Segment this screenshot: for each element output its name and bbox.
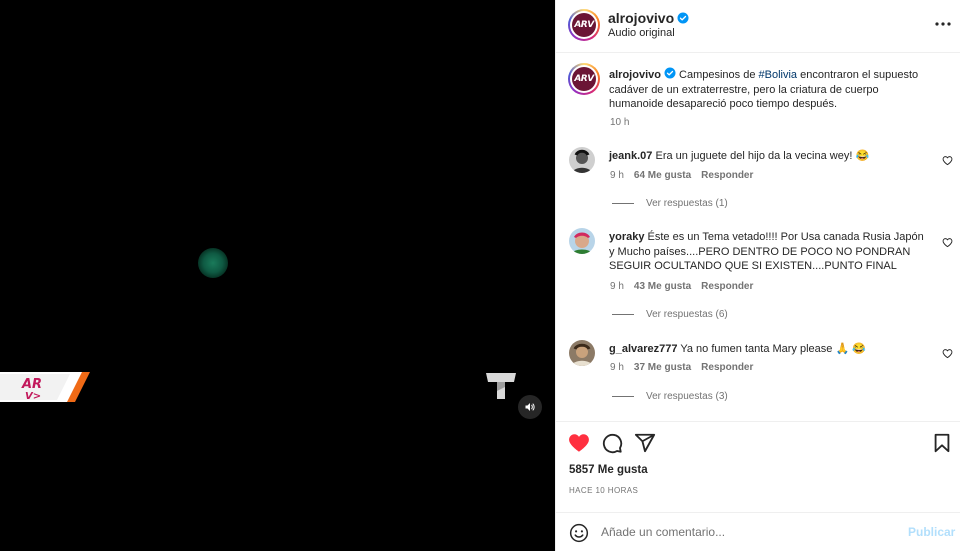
replies-divider	[612, 396, 634, 397]
comment-input[interactable]	[601, 521, 891, 543]
comments-section[interactable]: ARV alrojovivo Campesinos de #Bolivia en…	[556, 53, 960, 421]
comment-meta: 9 h 64 Me gusta Responder	[610, 170, 763, 181]
like-comment-icon[interactable]	[942, 155, 953, 166]
avatar-text: ARV	[574, 20, 594, 30]
replies-divider	[612, 203, 634, 204]
avatar-text: ARV	[574, 74, 594, 84]
publish-button[interactable]: Publicar	[908, 525, 955, 539]
comment-username[interactable]: jeank.07	[609, 150, 652, 162]
bookmark-icon[interactable]	[931, 432, 953, 454]
comment-time: 9 h	[610, 362, 624, 373]
comment-likes[interactable]: 43 Me gusta	[634, 281, 691, 292]
caption-username[interactable]: alrojovivo	[609, 69, 661, 81]
verified-badge-icon	[664, 67, 676, 79]
view-replies-button[interactable]: Ver respuestas (3)	[612, 391, 728, 402]
comment-likes[interactable]: 64 Me gusta	[634, 170, 691, 181]
svg-text:AR: AR	[21, 377, 42, 392]
view-replies-label: Ver respuestas (6)	[646, 309, 728, 320]
speaker-icon	[525, 403, 535, 411]
avatar[interactable]: ARV	[568, 9, 600, 41]
reply-button[interactable]: Responder	[701, 170, 753, 181]
liked-heart-icon[interactable]	[568, 432, 590, 454]
caption-time: 10 h	[610, 117, 630, 128]
caption-text-before: Campesinos de	[675, 69, 759, 81]
comment-body: Éste es un Tema vetado!!!! Por Usa canad…	[609, 231, 924, 272]
add-comment-bar: Publicar	[556, 512, 960, 551]
comment-icon[interactable]	[601, 432, 623, 454]
action-bar	[556, 421, 960, 461]
reply-button[interactable]: Responder	[701, 362, 753, 373]
view-replies-button[interactable]: Ver respuestas (1)	[612, 198, 728, 209]
like-comment-icon[interactable]	[942, 237, 953, 248]
telemundo-t-logo	[486, 373, 516, 399]
comment-text: yoraky Éste es un Tema vetado!!!! Por Us…	[609, 230, 931, 274]
caption: alrojovivo Campesinos de #Bolivia encont…	[609, 67, 931, 112]
caption-avatar[interactable]: ARV	[568, 63, 600, 95]
comment-username[interactable]: yoraky	[609, 231, 644, 243]
comment-username[interactable]: g_alvarez777	[609, 343, 678, 355]
comment-text: jeank.07 Era un juguete del hijo da la v…	[609, 149, 931, 164]
svg-text:V>: V>	[25, 391, 41, 402]
share-icon[interactable]	[634, 432, 656, 454]
view-replies-button[interactable]: Ver respuestas (6)	[612, 309, 728, 320]
comment-avatar[interactable]	[569, 340, 595, 366]
replies-divider	[612, 314, 634, 315]
comment-text: g_alvarez777 Ya no fumen tanta Mary plea…	[609, 342, 931, 357]
reply-button[interactable]: Responder	[701, 281, 753, 292]
comment-time: 9 h	[610, 170, 624, 181]
glowing-orb	[198, 248, 228, 278]
comment-body: Ya no fumen tanta Mary please 🙏 😂	[677, 343, 866, 355]
view-replies-label: Ver respuestas (1)	[646, 198, 728, 209]
post-header: ARV alrojovivo Audio original	[556, 0, 960, 53]
likes-count[interactable]: 5857 Me gusta	[569, 464, 648, 476]
header-username-row[interactable]: alrojovivo	[608, 10, 689, 26]
verified-badge-icon	[677, 12, 689, 24]
video-player[interactable]: AR V>	[0, 0, 555, 551]
comment-likes[interactable]: 37 Me gusta	[634, 362, 691, 373]
more-options-icon[interactable]	[933, 14, 953, 34]
comment-avatar[interactable]	[569, 228, 595, 254]
arv-channel-logo: AR V>	[0, 372, 90, 402]
comment-body: Era un juguete del hijo da la vecina wey…	[652, 150, 870, 162]
mute-button[interactable]	[518, 395, 542, 419]
post-time: HACE 10 HORAS	[569, 486, 639, 495]
emoji-icon[interactable]	[569, 523, 589, 543]
comment-meta: 9 h 43 Me gusta Responder	[610, 281, 763, 292]
hashtag-link[interactable]: #Bolivia	[759, 69, 798, 81]
comment-time: 9 h	[610, 281, 624, 292]
comment-meta: 9 h 37 Me gusta Responder	[610, 362, 763, 373]
view-replies-label: Ver respuestas (3)	[646, 391, 728, 402]
comment-avatar[interactable]	[569, 147, 595, 173]
like-comment-icon[interactable]	[942, 348, 953, 359]
post-panel: ARV alrojovivo Audio original ARV alrojo…	[555, 0, 960, 551]
header-username[interactable]: alrojovivo	[608, 10, 674, 26]
audio-label[interactable]: Audio original	[608, 27, 675, 39]
